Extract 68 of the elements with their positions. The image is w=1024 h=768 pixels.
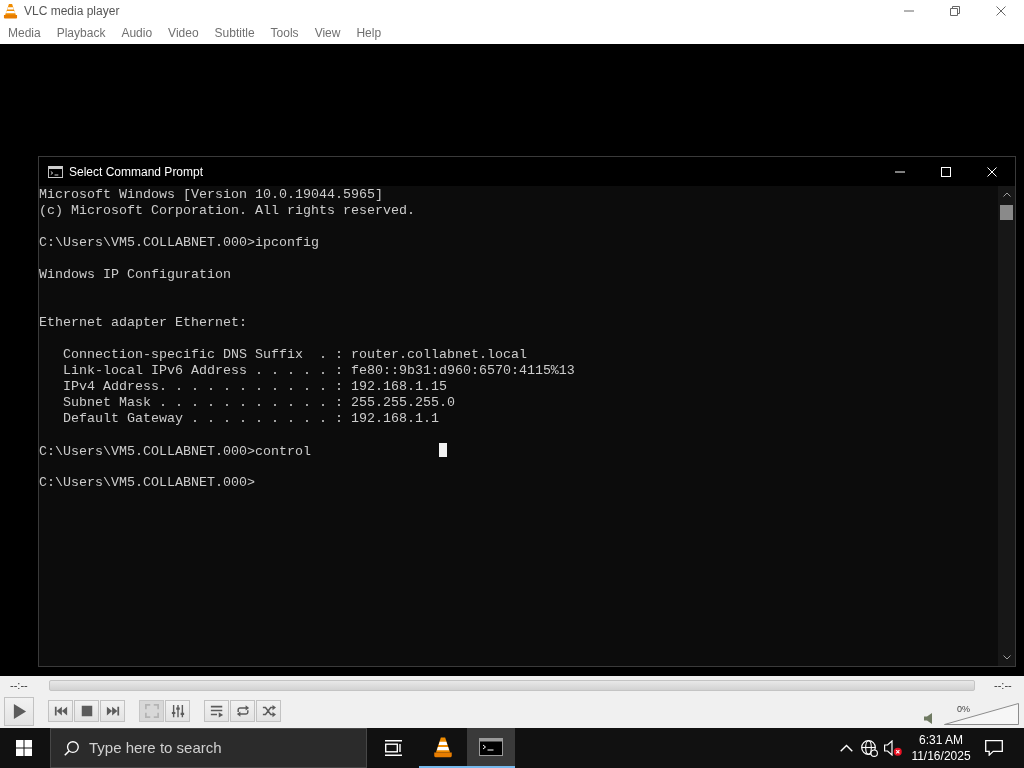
volume-slider[interactable]: 0%: [944, 703, 1019, 725]
close-icon: [996, 6, 1006, 16]
console-text: Windows IP Configuration: [39, 267, 231, 282]
console-text: Subnet Mask . . . . . . . . . . . : 255.255.255.0: [63, 395, 455, 410]
console-text: (c) Microsoft Corporation. All rights reserved.: [39, 203, 415, 218]
globe-icon: [861, 739, 878, 757]
window-title: VLC media player: [24, 3, 120, 20]
chevron-down-icon: [1002, 655, 1011, 660]
volume-reading: 0%: [957, 704, 970, 714]
menu-item[interactable]: Help: [348, 22, 390, 44]
menu-item[interactable]: Tools: [262, 22, 307, 44]
menu-item[interactable]: Subtitle: [206, 22, 263, 44]
restore-icon: [950, 6, 960, 16]
playlist-button[interactable]: [204, 700, 229, 722]
settings-button[interactable]: [165, 700, 190, 722]
speech-bubble-icon: [985, 740, 1003, 756]
minimize-icon: [895, 170, 905, 173]
stop-button[interactable]: [74, 700, 99, 722]
loop-button[interactable]: [230, 700, 255, 722]
windows-logo-icon: [16, 740, 32, 756]
search-icon: [64, 740, 79, 756]
previous-button[interactable]: [48, 700, 73, 722]
skip-forward-icon: [105, 704, 120, 718]
fullscreen-icon: [144, 704, 159, 718]
console-text: Link-local IPv6 Address . . . . . : fe80::9b31:d960:6570:4115%13: [63, 363, 575, 378]
window-title: Select Command Prompt: [69, 163, 204, 181]
clock-time[interactable]: 6:31 AM: [919, 732, 963, 748]
terminal-icon: [479, 738, 503, 756]
minimize-icon: [904, 10, 914, 12]
console-text: Connection-specific DNS Suffix . : router.collabnet.local: [63, 347, 527, 362]
play-icon: [11, 702, 27, 720]
console-text: C:\Users\VM5.COLLABNET.000>ipconfig: [39, 235, 319, 250]
next-button[interactable]: [100, 700, 125, 722]
chevron-up-icon: [840, 744, 853, 752]
cone-icon: [3, 3, 18, 19]
search-input[interactable]: Type here to search: [89, 729, 366, 767]
stop-icon: [79, 704, 94, 718]
console-text: Ethernet adapter Ethernet:: [39, 315, 247, 330]
speaker-icon[interactable]: [924, 713, 935, 724]
console-text: IPv4 Address. . . . . . . . . . . : 192.168.1.15: [63, 379, 447, 394]
taskbar-app-button[interactable]: [467, 728, 515, 768]
cone-icon: [433, 736, 453, 758]
console-text: Default Gateway . . . . . . . . . : 192.168.1.1: [63, 411, 439, 426]
console-text: C:\Users\VM5.COLLABNET.000>: [39, 475, 255, 490]
clock-date[interactable]: 11/16/2025: [911, 748, 971, 764]
chevron-up-icon: [1002, 192, 1011, 197]
search-box[interactable]: Type here to search: [50, 728, 367, 768]
menu-item[interactable]: Audio: [113, 22, 161, 44]
sliders-icon: [170, 704, 185, 718]
scroll-thumb[interactable]: [1000, 205, 1013, 220]
menu-item[interactable]: Playback: [48, 22, 114, 44]
menu-item[interactable]: Video: [160, 22, 207, 44]
maximize-icon: [941, 166, 951, 177]
console-text: C:\Users\VM5.COLLABNET.000>control: [39, 444, 311, 459]
loop-icon: [235, 704, 250, 718]
terminal-icon: [48, 165, 63, 178]
play-button[interactable]: [4, 696, 34, 726]
close-icon: [987, 166, 997, 177]
remaining-time: --:--: [993, 679, 1013, 691]
list-icon: [209, 704, 224, 718]
task-view-icon: [384, 740, 402, 756]
skip-back-icon: [53, 704, 68, 718]
shuffle-icon: [261, 704, 276, 718]
menu-item[interactable]: Media: [0, 22, 49, 44]
elapsed-time: --:--: [9, 679, 29, 691]
menu-item[interactable]: View: [306, 22, 349, 44]
shuffle-button[interactable]: [256, 700, 281, 722]
console-text: Microsoft Windows [Version 10.0.19044.5965]: [39, 187, 383, 202]
